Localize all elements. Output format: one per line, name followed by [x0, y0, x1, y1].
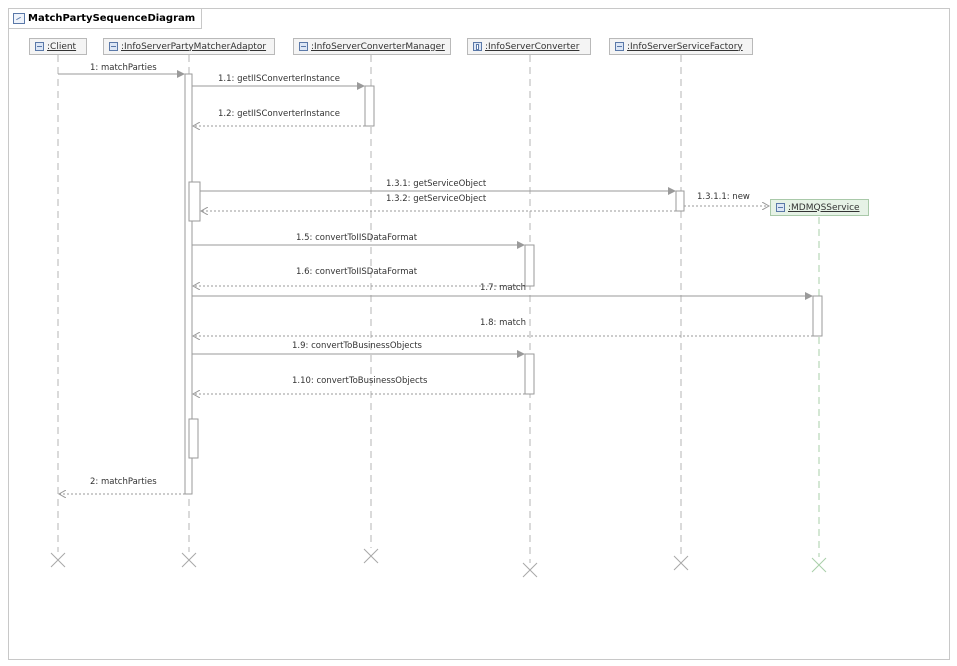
activation-converter-2: [524, 353, 535, 395]
message-label: 1.10: convertToBusinessObjects: [292, 376, 428, 386]
message-label: 1.6: convertToIISDataFormat: [296, 267, 418, 277]
destroy-icon-converter-manager: [363, 548, 379, 564]
message-label: 1.7: match: [480, 283, 526, 293]
message-label: 1.2: getIISConverterInstance: [218, 109, 340, 119]
message-label: 2: matchParties: [90, 477, 157, 487]
message-label: 1: matchParties: [90, 63, 157, 73]
message-label: 1.3.1: getServiceObject: [386, 179, 487, 189]
message-label: 1.3.2: getServiceObject: [386, 194, 487, 204]
message-label: 1.5: convertToIISDataFormat: [296, 233, 418, 243]
activation-adaptor-1-3: [188, 181, 201, 222]
message-label: 1.1: getIISConverterInstance: [218, 74, 340, 84]
activation-adaptor-late: [188, 418, 199, 459]
message-label: 1.8: match: [480, 318, 526, 328]
message-label: 1.9: convertToBusinessObjects: [292, 341, 423, 351]
activation-mdmqs-service: [812, 295, 823, 337]
destroy-icon-mdmqs-service: [811, 557, 827, 573]
activation-converter-manager: [364, 85, 375, 127]
destroy-icon-service-factory: [673, 555, 689, 571]
activation-service-factory: [675, 190, 685, 212]
destroy-icon-adaptor: [181, 552, 197, 568]
activation-converter-1: [524, 244, 535, 287]
destroy-icon-converter: [522, 562, 538, 578]
destroy-icon-client: [50, 552, 66, 568]
message-label: 1.3.1.1: new: [697, 192, 750, 202]
sequence-canvas: 1: matchParties 1.1: getIISConverterInst…: [50, 55, 827, 578]
